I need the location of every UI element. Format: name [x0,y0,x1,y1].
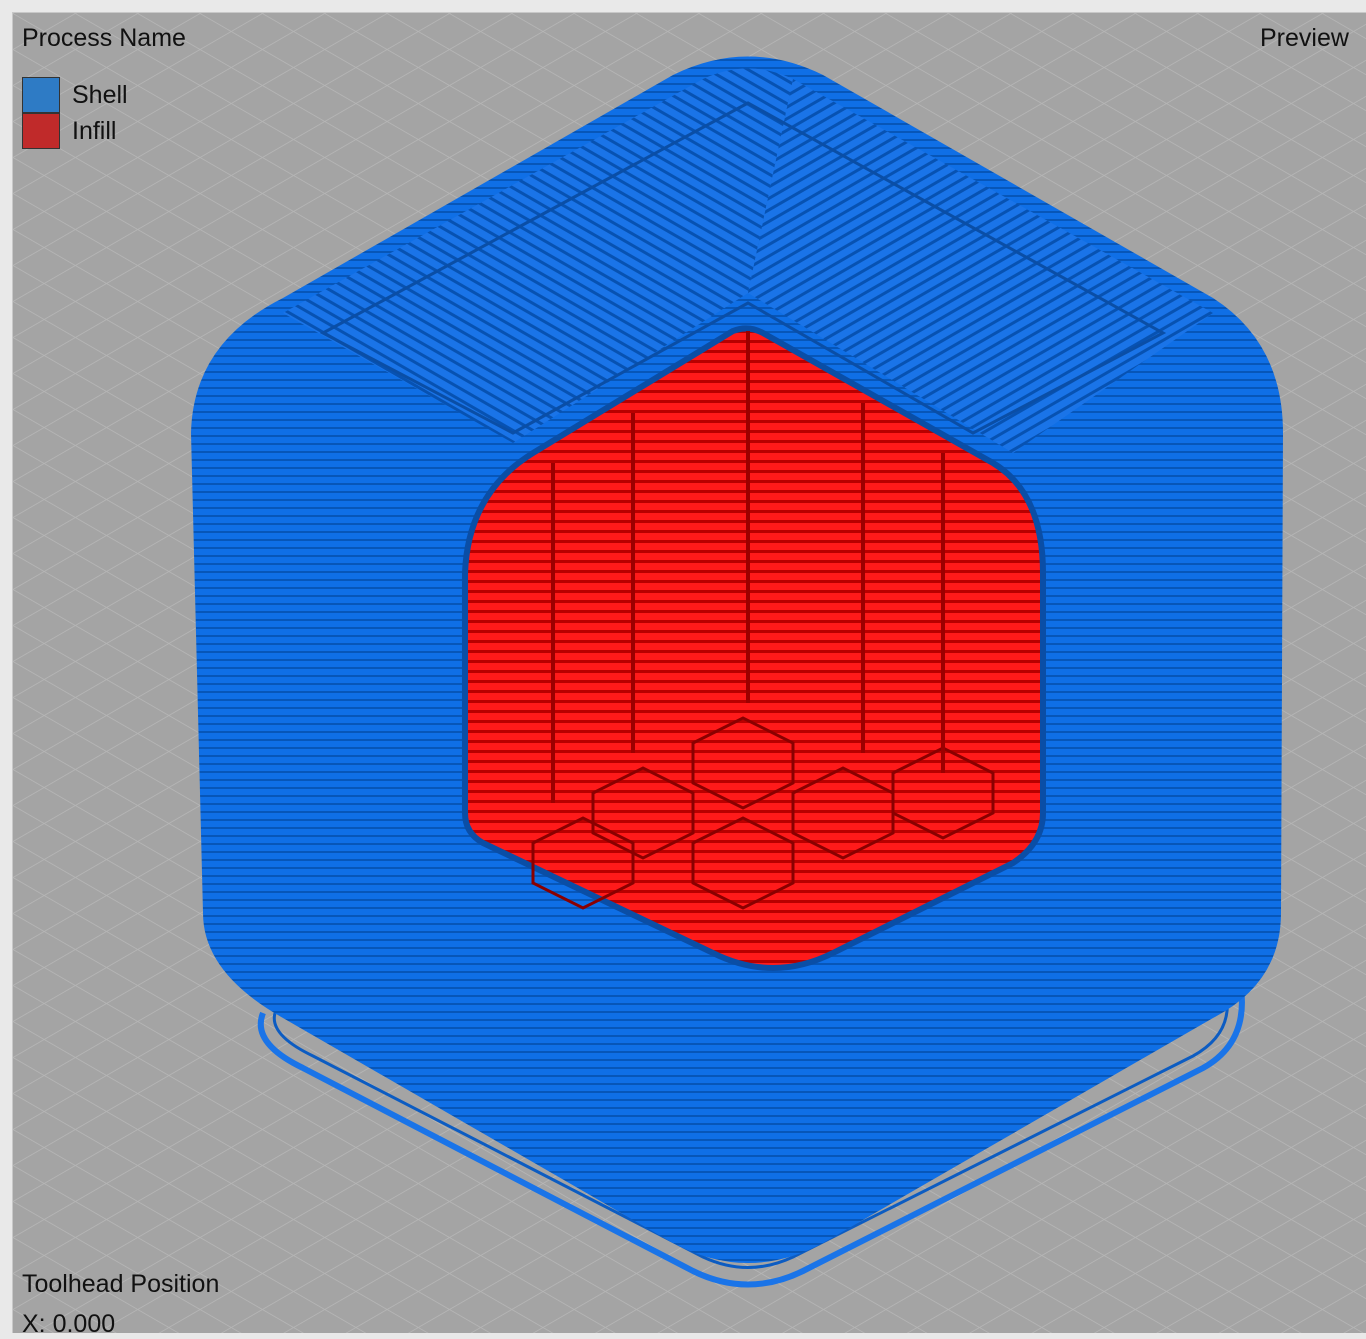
shell-color-swatch [22,77,60,113]
infill-color-swatch [22,113,60,149]
toolhead-x-readout: X: 0.000 [22,1310,116,1338]
sliced-model-preview[interactable] [13,13,1366,1333]
legend-label-infill: Infill [72,116,117,145]
legend-title: Process Name [22,24,186,52]
view-mode-label: Preview [1260,24,1349,52]
legend-label-shell: Shell [72,80,128,109]
legend-item-infill: Infill [22,112,116,150]
legend-item-shell: Shell [22,76,128,114]
3d-preview-viewport[interactable] [12,12,1366,1333]
toolhead-position-title: Toolhead Position [22,1270,220,1298]
